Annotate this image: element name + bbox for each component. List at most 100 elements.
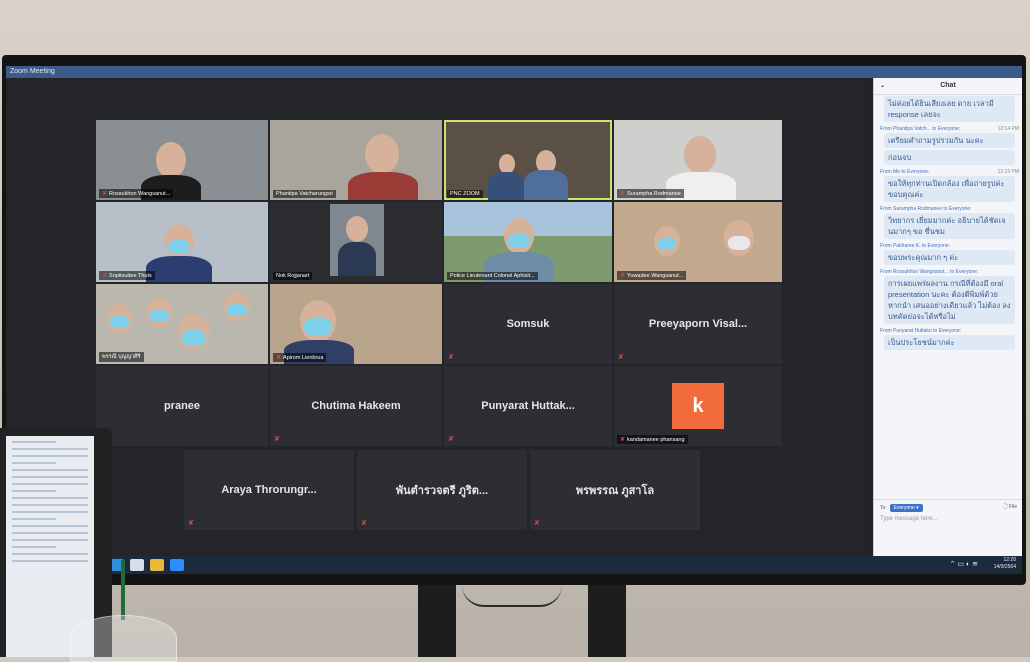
participant-face bbox=[365, 134, 399, 174]
chat-sender-name: From Surampha Rodmanee to Everyone: bbox=[880, 206, 972, 212]
face-mask bbox=[149, 310, 169, 322]
chat-sender-name: From Me to Everyone: bbox=[880, 169, 930, 175]
tile-name-9: Apirom Lienbrua bbox=[283, 355, 324, 361]
recipient-select[interactable]: Everyone ▾ bbox=[889, 504, 923, 512]
system-tray-icons[interactable]: ⌃ ▭ ◐ ≋ bbox=[950, 560, 978, 568]
chat-sender-name: From Phantipa Vatch... to Everyone: bbox=[880, 126, 961, 132]
monitor-cable bbox=[462, 585, 562, 607]
clock[interactable]: 12:20 14/9/2564 bbox=[994, 557, 1016, 571]
participant-body bbox=[146, 256, 212, 282]
name-tile[interactable]: Preeyaporn Visal... ✘ bbox=[614, 284, 782, 364]
chat-panel: ⌄ Chat ไม่ค่อยได้ยินเสียงเลย ดาย เวลามี … bbox=[873, 78, 1022, 556]
participant-face bbox=[346, 216, 368, 242]
recipient-value: Everyone bbox=[893, 505, 915, 511]
participant-face bbox=[499, 154, 515, 174]
mic-muted-icon: ✘ bbox=[620, 273, 626, 279]
video-tile[interactable]: ✘ Apirom Lienbrua bbox=[270, 284, 442, 364]
participant-name: ✘ Apirom Lienbrua bbox=[273, 353, 327, 362]
participant-face bbox=[684, 136, 716, 174]
video-tile[interactable]: ✘ Yuwadee Wangsanut... bbox=[614, 202, 782, 282]
mic-muted-icon: ✘ bbox=[534, 520, 540, 527]
tile-name-14: Punyarat Huttak... bbox=[481, 400, 575, 412]
face-mask bbox=[109, 316, 129, 328]
chat-sender: From Me to Everyone: 12:15 PM bbox=[880, 169, 1019, 175]
chat-sender-name: From Rossukhon Wangsanut... to Everyone: bbox=[880, 269, 979, 275]
mic-muted-icon: ✘ bbox=[618, 354, 624, 361]
chat-message-input[interactable]: Type message here... bbox=[874, 514, 1022, 524]
name-tile[interactable]: Araya Throrungr... ✘ bbox=[184, 450, 354, 530]
face-mask bbox=[227, 304, 247, 316]
participant-body bbox=[348, 172, 418, 200]
participant-name: Police Lieutenant Colonel Aphisit... bbox=[447, 272, 538, 280]
chat-sender: From Punyarat Huttako to Everyone: bbox=[880, 328, 1019, 334]
chat-sender: From Phantipa Vatch... to Everyone: 12:14… bbox=[880, 126, 1019, 132]
name-tile[interactable]: pranee bbox=[96, 366, 268, 446]
avatar-tile[interactable]: k ✘ kandamanee phansang bbox=[614, 366, 782, 446]
mic-muted-icon: ✘ bbox=[102, 191, 108, 197]
chat-message: ก่อนจบ bbox=[884, 150, 1015, 165]
zoom-icon[interactable] bbox=[170, 559, 184, 571]
chat-message: ขอให้ทุกท่านเปิดกล้อง เพื่อถ่ายรูปค่ะ ขอ… bbox=[884, 176, 1015, 202]
name-tile[interactable]: พรพรรณ ภูสาโล ✘ bbox=[530, 450, 700, 530]
tile-name-3: Surampha Rodmanee bbox=[627, 191, 681, 197]
mic-muted-icon: ✘ bbox=[620, 437, 626, 443]
tile-name-15: kandamanee phansang bbox=[627, 437, 685, 443]
tile-name-18: พรพรรณ ภูสาโล bbox=[575, 485, 655, 497]
participant-name: ✘ Surampha Rodmanee bbox=[617, 189, 684, 198]
name-tile[interactable]: Somsuk ✘ bbox=[444, 284, 612, 364]
mic-muted-icon: ✘ bbox=[620, 191, 626, 197]
chat-sender-name: From Pakharee K. to Everyone: bbox=[880, 243, 951, 249]
video-tile[interactable]: Nok Rojjanart bbox=[270, 202, 442, 282]
folder-icon[interactable] bbox=[150, 559, 164, 571]
tile-name-17: พันตำรวจตรี ภูริต... bbox=[395, 485, 489, 497]
chat-sender: From Pakharee K. to Everyone: bbox=[880, 243, 1019, 249]
mic-muted-icon: ✘ bbox=[448, 354, 454, 361]
gallery-view: ✘ Rossukhon Wangsanut... Phantipa Vatchar… bbox=[6, 78, 871, 556]
chat-sender-name: From Punyarat Huttako to Everyone: bbox=[880, 328, 962, 334]
monitor-screen: Zoom Meeting ✘ Rossukhon Wangsanut... Pha… bbox=[6, 66, 1022, 574]
name-tile[interactable]: พันตำรวจตรี ภูริต... ✘ bbox=[357, 450, 527, 530]
participant-name: ✘ kandamanee phansang bbox=[617, 435, 688, 444]
tile-name-16: Araya Throrungr... bbox=[221, 484, 317, 496]
face-mask bbox=[304, 318, 332, 336]
video-tile[interactable]: ✘ Rossukhon Wangsanut... bbox=[96, 120, 268, 200]
tile-name-10: Somsuk bbox=[506, 318, 550, 330]
participant-body bbox=[524, 170, 568, 200]
mic-muted-icon: ✘ bbox=[448, 436, 454, 443]
file-button[interactable]: 🗋 File bbox=[1004, 504, 1017, 512]
tile-name-5: Nok Rojjanart bbox=[276, 273, 310, 279]
tile-name-8: พรรณี บุญญาศิริ bbox=[102, 354, 141, 360]
participant-name: Nok Rojjanart bbox=[273, 272, 313, 280]
video-tile[interactable]: พรรณี บุญญาศิริ bbox=[96, 284, 268, 364]
chat-title: Chat bbox=[940, 82, 956, 89]
chat-message: ขอบพระคุณมาก ๆ ค่ะ bbox=[884, 250, 1015, 265]
video-tile[interactable]: ✘ Surampha Rodmanee bbox=[614, 120, 782, 200]
mic-muted-icon: ✘ bbox=[188, 520, 194, 527]
participant-body bbox=[338, 242, 376, 276]
mic-muted-icon: ✘ bbox=[276, 355, 282, 361]
chat-time: 12:15 PM bbox=[997, 169, 1019, 175]
face-mask bbox=[508, 234, 530, 248]
tile-name-4: Sopitsudee Thuts bbox=[109, 273, 152, 279]
chat-message: ไม่ค่อยได้ยินเสียงเลย ดาย เวลามี respons… bbox=[884, 96, 1015, 122]
chat-message-list[interactable]: ไม่ค่อยได้ยินเสียงเลย ดาย เวลามี respons… bbox=[874, 96, 1022, 496]
video-tile-active-speaker[interactable]: PNC ZOOM bbox=[444, 120, 612, 200]
video-tile[interactable]: Phantipa Vatcharungsri bbox=[270, 120, 442, 200]
name-tile[interactable]: Punyarat Huttak... ✘ bbox=[444, 366, 612, 446]
tile-name-12: pranee bbox=[163, 400, 201, 412]
face-mask bbox=[182, 330, 206, 346]
mic-muted-icon: ✘ bbox=[274, 436, 280, 443]
video-tile[interactable]: Police Lieutenant Colonel Aphisit... bbox=[444, 202, 612, 282]
name-tile[interactable]: Chutima Hakeem ✘ bbox=[270, 366, 442, 446]
drinking-glass bbox=[70, 615, 177, 662]
video-tile[interactable]: ✘ Sopitsudee Thuts bbox=[96, 202, 268, 282]
mic-muted-icon: ✘ bbox=[102, 273, 108, 279]
chat-compose: To: Everyone ▾ 🗋 File Type message here.… bbox=[874, 499, 1022, 556]
participant-face bbox=[156, 142, 186, 178]
chevron-down-icon[interactable]: ⌄ bbox=[880, 78, 885, 94]
chat-message: วิทยากร เยี่ยมมากค่ะ อธิบายได้ชัดเจนมากๆ… bbox=[884, 213, 1015, 239]
window-title: Zoom Meeting bbox=[6, 66, 1022, 78]
tile-name-13: Chutima Hakeem bbox=[311, 400, 401, 412]
store-icon[interactable] bbox=[130, 559, 144, 571]
clock-date: 14/9/2564 bbox=[993, 564, 1016, 570]
